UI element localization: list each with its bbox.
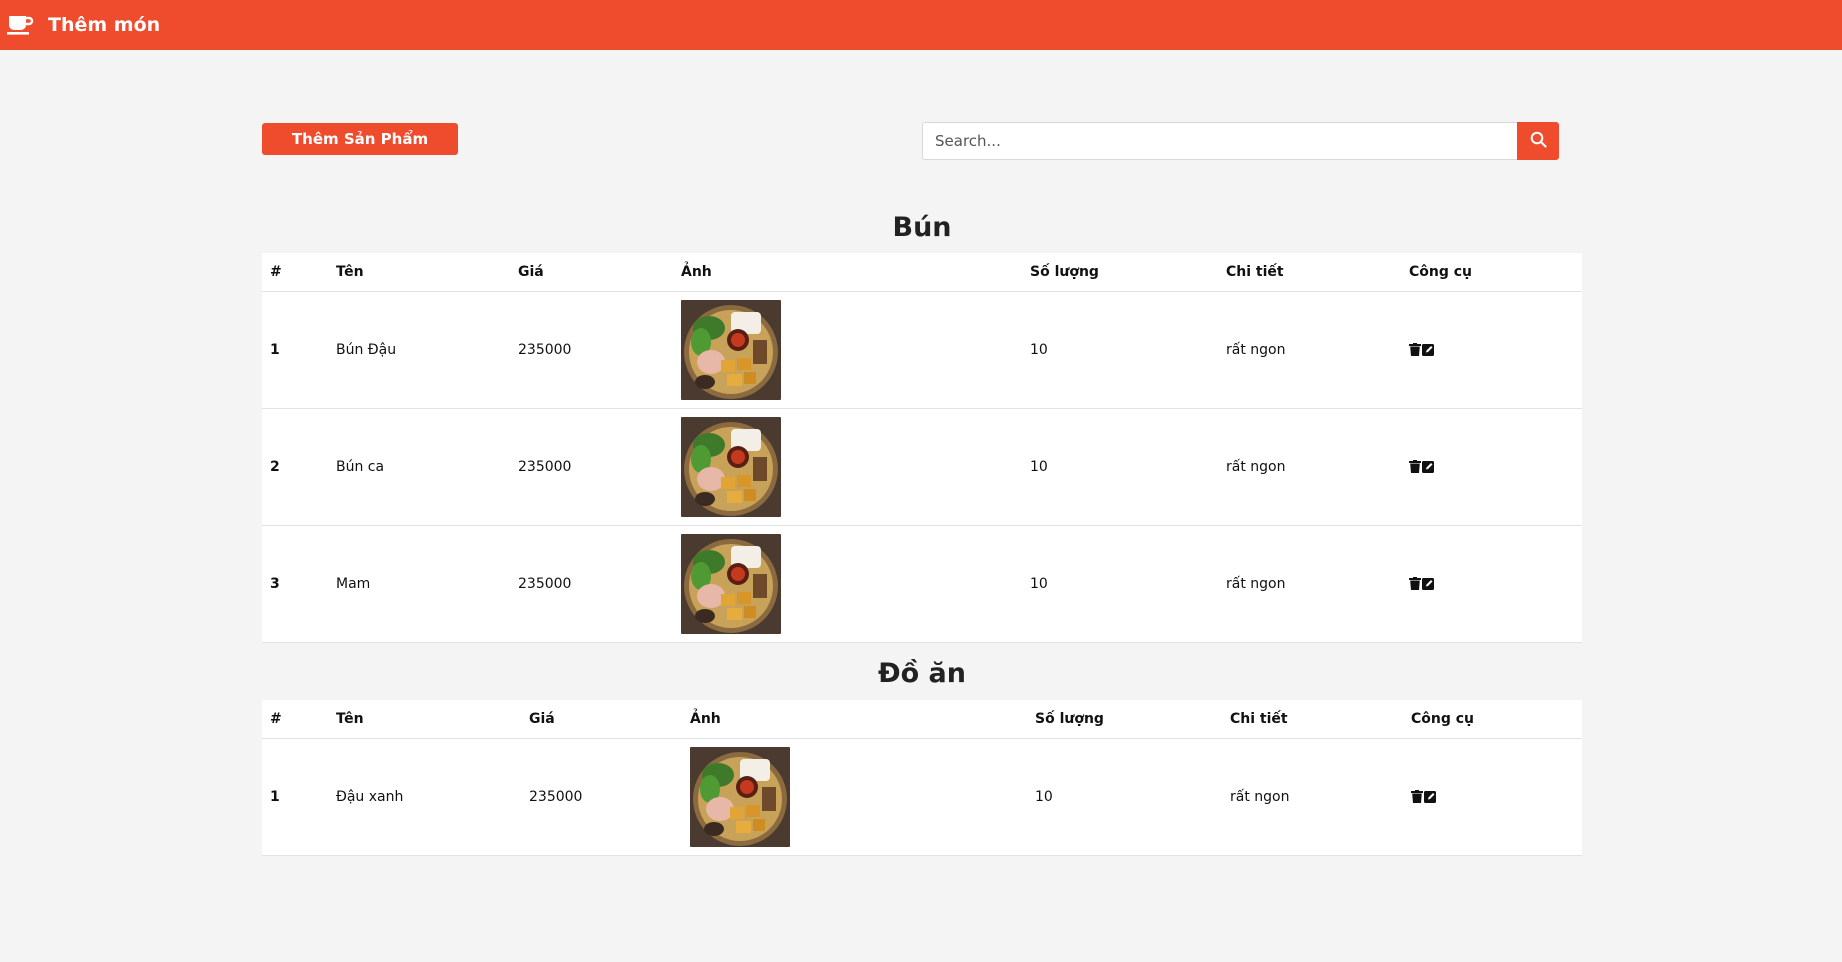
trash-icon[interactable] <box>1409 460 1421 473</box>
row-tools <box>1409 343 1582 356</box>
trash-icon[interactable] <box>1409 577 1421 590</box>
food-image <box>681 534 781 634</box>
row-price: 235000 <box>510 525 673 643</box>
row-name: Bún ca <box>328 408 510 526</box>
row-quantity: 10 <box>1022 525 1218 643</box>
column-header-name: Tên <box>328 253 510 292</box>
row-price: 235000 <box>521 738 682 856</box>
row-name: Bún Đậu <box>328 291 510 409</box>
row-index: 3 <box>262 525 328 643</box>
product-table: # Tên Giá Ảnh Số lượng Chi tiết Công cụ … <box>262 253 1582 643</box>
trash-icon[interactable] <box>1409 343 1421 356</box>
column-header-image: Ảnh <box>682 700 1027 739</box>
table-row: 2 Bún ca 235000 10 rất ngon <box>262 408 1582 526</box>
product-table: # Tên Giá Ảnh Số lượng Chi tiết Công cụ … <box>262 700 1582 856</box>
column-header-price: Giá <box>521 700 682 739</box>
row-detail: rất ngon <box>1218 525 1401 643</box>
section-title: Bún <box>892 212 952 243</box>
row-detail: rất ngon <box>1222 738 1403 856</box>
table-row: 3 Mam 235000 10 rất ngon <box>262 525 1582 643</box>
brand[interactable]: Thêm món <box>6 13 160 37</box>
add-product-button[interactable]: Thêm Sản Phẩm <box>262 123 458 155</box>
row-tools <box>1411 790 1582 803</box>
column-header-tools: Công cụ <box>1403 700 1582 739</box>
column-header-index: # <box>262 700 328 739</box>
food-image <box>690 747 790 847</box>
row-detail: rất ngon <box>1218 291 1401 409</box>
search-button[interactable] <box>1517 122 1559 160</box>
row-name: Mam <box>328 525 510 643</box>
search-bar <box>922 122 1559 160</box>
edit-icon[interactable] <box>1422 460 1435 473</box>
row-quantity: 10 <box>1022 291 1218 409</box>
row-price: 235000 <box>510 291 673 409</box>
coffee-cup-icon <box>6 13 34 37</box>
column-header-detail: Chi tiết <box>1222 700 1403 739</box>
edit-icon[interactable] <box>1422 343 1435 356</box>
column-header-price: Giá <box>510 253 673 292</box>
top-navbar: Thêm món <box>0 0 1842 50</box>
row-quantity: 10 <box>1027 738 1222 856</box>
column-header-name: Tên <box>328 700 521 739</box>
section-title: Đồ ăn <box>877 658 966 689</box>
food-image <box>681 300 781 400</box>
table-row: 1 Bún Đậu 235000 10 rất ngon <box>262 291 1582 409</box>
row-index: 2 <box>262 408 328 526</box>
row-index: 1 <box>262 738 328 856</box>
edit-icon[interactable] <box>1424 790 1437 803</box>
column-header-tools: Công cụ <box>1401 253 1582 292</box>
column-header-quantity: Số lượng <box>1027 700 1222 739</box>
trash-icon[interactable] <box>1411 790 1423 803</box>
table-row: 1 Đậu xanh 235000 10 rất ngon <box>262 738 1582 856</box>
column-header-index: # <box>262 253 328 292</box>
search-input[interactable] <box>922 122 1517 160</box>
row-name: Đậu xanh <box>328 738 521 856</box>
row-detail: rất ngon <box>1218 408 1401 526</box>
table-header-row: # Tên Giá Ảnh Số lượng Chi tiết Công cụ <box>262 253 1582 292</box>
row-quantity: 10 <box>1022 408 1218 526</box>
row-tools <box>1409 460 1582 473</box>
page-title: Thêm món <box>48 14 161 36</box>
row-index: 1 <box>262 291 328 409</box>
column-header-detail: Chi tiết <box>1218 253 1401 292</box>
edit-icon[interactable] <box>1422 577 1435 590</box>
row-price: 235000 <box>510 408 673 526</box>
row-tools <box>1409 577 1582 590</box>
table-header-row: # Tên Giá Ảnh Số lượng Chi tiết Công cụ <box>262 700 1582 739</box>
column-header-image: Ảnh <box>673 253 1022 292</box>
food-image <box>681 417 781 517</box>
column-header-quantity: Số lượng <box>1022 253 1218 292</box>
search-icon <box>1530 131 1547 151</box>
